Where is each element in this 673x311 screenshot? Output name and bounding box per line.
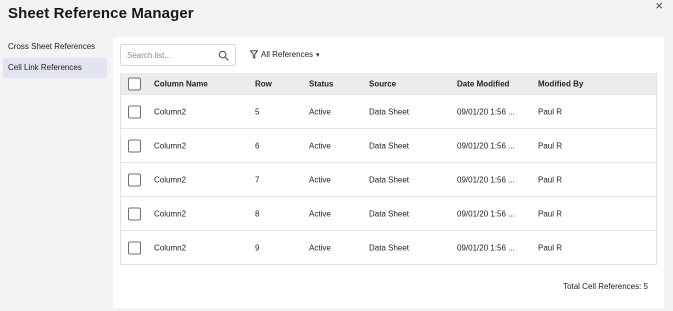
cell-source: Data Sheet [369,107,410,116]
cell-row: 5 [255,107,260,116]
header-source[interactable]: Source [369,79,396,88]
cell-date-modified: 09/01/20 1:56 ... [457,141,515,150]
references-table: Column Name Row Status Source Date Modif… [120,73,657,265]
cell-column-name: Column2 [154,107,187,116]
cell-date-modified: 09/01/20 1:56 ... [457,209,515,218]
cell-column-name: Column2 [154,141,187,150]
table-row: Column2 7 Active Data Sheet 09/01/20 1:5… [121,162,656,196]
filter-icon [250,50,258,59]
row-checkbox[interactable] [128,173,141,186]
header-row[interactable]: Row [255,79,272,88]
cell-status: Active [309,175,331,184]
cell-status: Active [309,243,331,252]
cell-row: 7 [255,175,260,184]
cell-row: 8 [255,209,260,218]
cell-date-modified: 09/01/20 1:56 ... [457,243,515,252]
cell-source: Data Sheet [369,175,410,184]
cell-modified-by: Paul R [538,209,563,218]
search-input[interactable] [127,49,209,62]
cell-source: Data Sheet [369,209,410,218]
main-panel: All References ▾ Column Name Row Status … [113,37,664,308]
select-all-checkbox[interactable] [128,77,141,90]
row-checkbox[interactable] [128,105,141,118]
sidebar-item-label: Cell Link References [8,63,82,72]
cell-column-name: Column2 [154,175,187,184]
table-row: Column2 9 Active Data Sheet 09/01/20 1:5… [121,230,656,264]
filter-label: All References [261,50,314,59]
table-row: Column2 6 Active Data Sheet 09/01/20 1:5… [121,128,656,162]
row-checkbox[interactable] [128,139,141,152]
close-icon[interactable]: × [655,0,663,12]
cell-modified-by: Paul R [538,175,563,184]
chevron-down-icon: ▾ [316,51,320,59]
cell-source: Data Sheet [369,243,410,252]
search-box [120,44,236,66]
header-modified-by[interactable]: Modified By [538,79,583,88]
header-date-modified[interactable]: Date Modified [457,79,509,88]
row-checkbox[interactable] [128,241,141,254]
cell-status: Active [309,209,331,218]
sidebar-item-label: Cross Sheet References [8,42,96,51]
dialog-title: Sheet Reference Manager [8,5,194,22]
cell-row: 6 [255,141,260,150]
cell-column-name: Column2 [154,209,187,218]
sidebar-item-cross-sheet-references[interactable]: Cross Sheet References [3,37,107,57]
cell-modified-by: Paul R [538,141,563,150]
total-references-count: Total Cell References: 5 [563,282,648,291]
header-column-name[interactable]: Column Name [154,79,208,88]
table-row: Column2 8 Active Data Sheet 09/01/20 1:5… [121,196,656,230]
row-checkbox[interactable] [128,207,141,220]
cell-column-name: Column2 [154,243,187,252]
cell-modified-by: Paul R [538,107,563,116]
sidebar-item-cell-link-references[interactable]: Cell Link References [3,58,107,78]
sidebar: Cross Sheet References Cell Link Referen… [3,37,107,79]
cell-date-modified: 09/01/20 1:56 ... [457,107,515,116]
cell-modified-by: Paul R [538,243,563,252]
header-status[interactable]: Status [309,79,333,88]
cell-status: Active [309,141,331,150]
table-row: Column2 5 Active Data Sheet 09/01/20 1:5… [121,94,656,128]
search-icon[interactable] [218,50,229,61]
cell-date-modified: 09/01/20 1:56 ... [457,175,515,184]
filter-dropdown[interactable]: All References ▾ [250,50,320,59]
cell-source: Data Sheet [369,141,410,150]
cell-row: 9 [255,243,260,252]
table-header: Column Name Row Status Source Date Modif… [121,73,656,94]
cell-status: Active [309,107,331,116]
